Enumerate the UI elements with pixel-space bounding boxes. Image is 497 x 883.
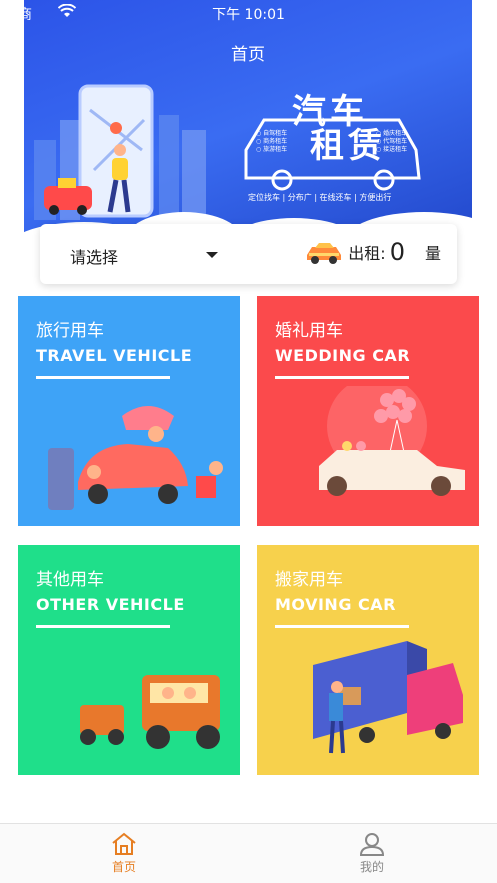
tile-title-cn: 搬家用车 (275, 570, 343, 590)
logo-list-item: ○ 接送租车 (376, 146, 408, 153)
bottom-tab-bar: 首页 我的 (0, 823, 497, 883)
tile-divider (36, 376, 170, 379)
tab-mine[interactable]: 我的 (332, 832, 412, 875)
home-icon (112, 832, 136, 855)
region-select[interactable]: 请选择 (70, 244, 118, 268)
tile-divider (36, 625, 170, 628)
tile-title-en: MOVING CAR (275, 595, 396, 614)
tile-title-cn: 婚礼用车 (275, 321, 343, 341)
tab-home[interactable]: 首页 (84, 832, 164, 875)
filter-card: 请选择 出租: 0 量 (40, 224, 457, 284)
hero-banner: 首页 汽车 租赁 ○ 自驾租车 ○ 商务租车 ○ 旅游租车 ○ 婚庆租车 ○ 代… (24, 0, 472, 250)
tile-divider (275, 376, 409, 379)
logo-list-item: ○ 自驾租车 (256, 130, 288, 137)
logo-line2: 租赁 (310, 126, 386, 166)
jeep-illustration (80, 675, 220, 749)
tab-home-label: 首页 (111, 860, 136, 874)
tile-title-cn: 其他用车 (36, 570, 104, 590)
banner-slogan: 定位找车 | 分布广 | 在线还车 | 方便出行 (248, 193, 392, 202)
rent-unit: 量 (424, 244, 441, 263)
logo-list-item: ○ 商务租车 (256, 138, 288, 145)
other-vehicle-tile[interactable]: 其他用车 OTHER VEHICLE (18, 545, 240, 775)
tile-title-cn: 旅行用车 (36, 321, 104, 341)
clock: 下午 10:01 (212, 7, 285, 23)
user-icon (359, 833, 385, 856)
battery-icon (483, 6, 497, 18)
travel-car-illustration (48, 406, 223, 510)
caret-down-icon[interactable] (206, 252, 218, 258)
logo-left-list: ○ 自驾租车 ○ 商务租车 ○ 旅游租车 (256, 130, 287, 154)
moving-car-tile[interactable]: 搬家用车 MOVING CAR (257, 545, 479, 775)
rent-count: 0 (389, 238, 405, 266)
tile-title-en: OTHER VEHICLE (36, 595, 185, 614)
travel-vehicle-tile[interactable]: 旅行用车 TRAVEL VEHICLE (18, 296, 240, 526)
tile-title-en: TRAVEL VEHICLE (36, 346, 193, 365)
rent-label: 出租: (348, 244, 386, 263)
tab-mine-label: 我的 (359, 860, 384, 874)
wedding-car-illustration (319, 386, 465, 496)
car-icon (307, 243, 342, 264)
wedding-car-tile[interactable]: 婚礼用车 WEDDING CAR (257, 296, 479, 526)
logo-list-item: ○ 婚庆租车 (376, 130, 408, 137)
moving-truck-illustration (313, 641, 463, 754)
logo-right-list: ○ 婚庆租车 ○ 代驾租车 ○ 接送租车 (376, 130, 407, 154)
rent-summary: 出租: 0 量 (304, 238, 441, 266)
logo-list-item: ○ 旅游租车 (256, 146, 288, 153)
tile-divider (275, 625, 409, 628)
status-bar: 营商 下午 10:01 (0, 0, 497, 26)
logo-list-item: ○ 代驾租车 (376, 138, 408, 145)
tile-title-en: WEDDING CAR (275, 346, 411, 365)
